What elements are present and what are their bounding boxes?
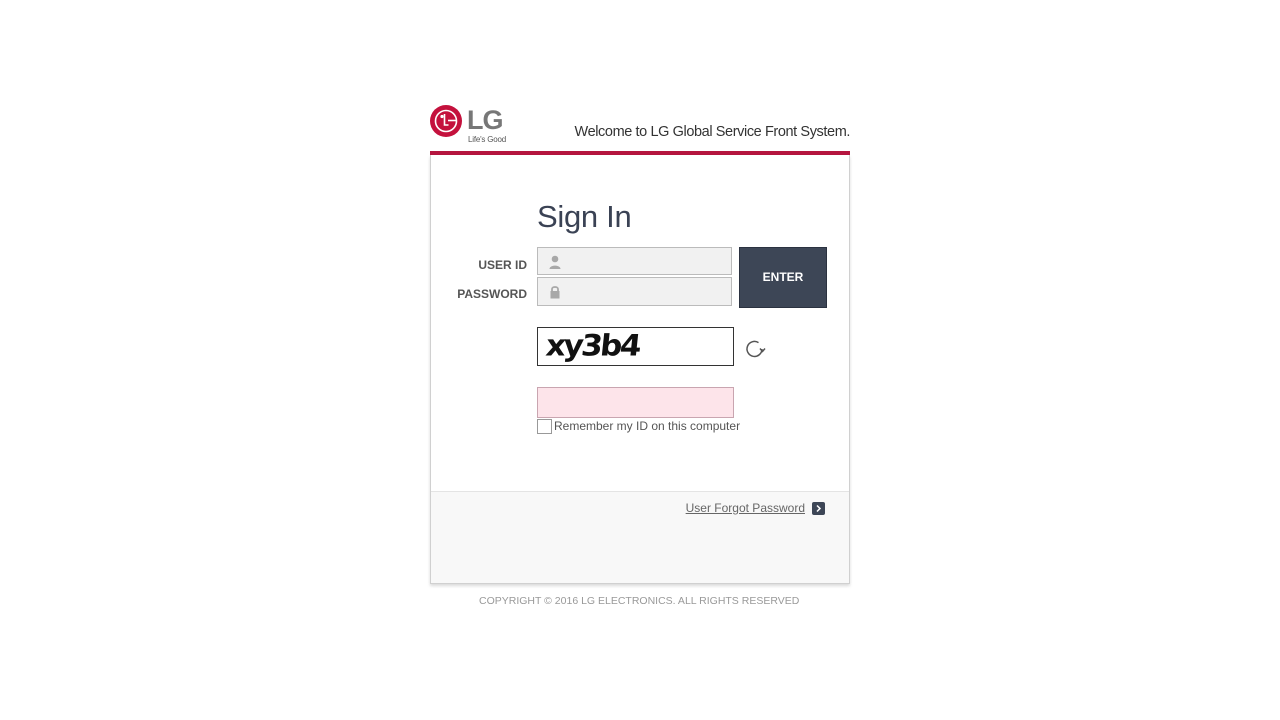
password-label: PASSWORD <box>457 287 527 301</box>
header: LG Life's Good Welcome to LG Global Serv… <box>430 104 850 155</box>
remember-label[interactable]: Remember my ID on this computer <box>554 419 740 433</box>
captcha-input[interactable] <box>537 387 734 418</box>
password-field-box <box>537 277 732 306</box>
logo-wordmark: LG <box>467 105 503 135</box>
panel-footer: User Forgot Password <box>431 491 849 583</box>
password-input[interactable] <box>570 280 729 304</box>
chevron-right-icon[interactable] <box>812 502 825 515</box>
captcha-text: xy3b4 <box>544 328 641 364</box>
forgot-password-link[interactable]: User Forgot Password <box>686 501 805 515</box>
page-title: Sign In <box>537 199 632 234</box>
lg-logo-icon <box>430 105 462 137</box>
user-icon <box>547 254 563 270</box>
logo-tagline: Life's Good <box>468 135 507 144</box>
signin-panel: Sign In USER ID PASSWORD ENTER xy3b4 Rem… <box>430 155 850 584</box>
enter-button[interactable]: ENTER <box>739 247 827 308</box>
welcome-text: Welcome to LG Global Service Front Syste… <box>574 124 851 140</box>
lg-logo: LG Life's Good <box>430 104 510 146</box>
captcha-image: xy3b4 <box>537 327 734 366</box>
remember-checkbox[interactable] <box>537 419 552 434</box>
refresh-icon[interactable] <box>743 337 767 361</box>
lock-icon <box>547 284 563 300</box>
user-id-input[interactable] <box>570 250 729 274</box>
login-container: LG Life's Good Welcome to LG Global Serv… <box>430 104 850 607</box>
user-id-label: USER ID <box>478 258 527 272</box>
user-id-field-box <box>537 247 732 275</box>
copyright-text: COPYRIGHT © 2016 LG ELECTRONICS. ALL RIG… <box>479 595 799 607</box>
